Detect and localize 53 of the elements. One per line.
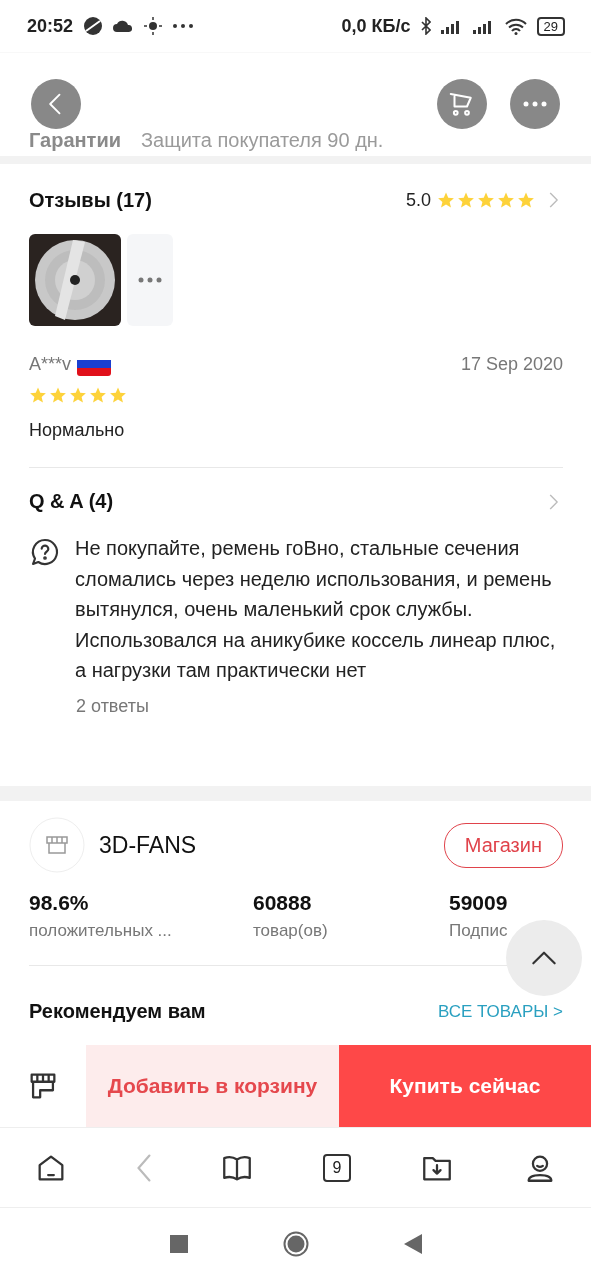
add-to-cart-button[interactable]: Добавить в корзину — [86, 1045, 339, 1127]
review-text: Нормально — [29, 420, 126, 441]
review-date: 17 Sep 2020 — [460, 353, 563, 375]
star-icon — [29, 386, 47, 404]
guarantee-value: Защита покупателя 90 дн. — [141, 129, 384, 152]
store-button[interactable]: Магазин — [443, 822, 563, 868]
stat-label: положительных ... — [29, 921, 173, 941]
bluetooth-icon — [420, 17, 431, 35]
battery-indicator: 29 — [536, 16, 565, 36]
rating-value: 5.0 — [405, 189, 431, 211]
cloud-icon — [113, 20, 134, 32]
back-button[interactable] — [31, 79, 81, 129]
star-icon — [49, 386, 67, 404]
wifi-icon — [504, 17, 527, 35]
store-name: 3D-FANS — [99, 831, 197, 859]
clock-time: 20:52 — [27, 15, 74, 37]
more-icon — [173, 24, 194, 28]
more-button[interactable] — [510, 79, 560, 129]
stat-value: 98.6% — [29, 891, 90, 915]
star-icon — [109, 386, 127, 404]
star-icon — [517, 191, 535, 209]
chevron-left-icon — [137, 1153, 152, 1182]
star-icon — [89, 386, 107, 404]
buy-now-button[interactable]: Купить сейчас — [338, 1045, 591, 1127]
back-button[interactable] — [403, 1234, 422, 1254]
more-icon — [138, 277, 162, 283]
star-icon — [69, 386, 87, 404]
stat-label: товар(ов) — [253, 921, 329, 941]
more-icon — [523, 101, 547, 107]
reviews-title: Отзывы (17) — [29, 188, 152, 212]
recents-button[interactable] — [169, 1235, 188, 1253]
star-icon — [437, 191, 455, 209]
answers-link[interactable]: 2 ответы — [76, 695, 563, 717]
location-icon — [143, 16, 164, 36]
recommend-title: Рекомендуем вам — [29, 1000, 206, 1023]
all-products-link[interactable]: ВСЕ ТОВАРЫ > — [437, 1001, 563, 1022]
cart-button[interactable] — [437, 79, 487, 129]
question-text: Не покупайте, ремень гоВно, стальные сечения сломались через неделю использования, и ремень вытянулся, очень маленький срок службы. Использовался на аникубике коссель линеар плюс, а нагрузки там практически нет — [75, 536, 557, 683]
star-icon — [477, 191, 495, 209]
stat-value: 59009 — [449, 891, 509, 915]
guarantee-label: Гарантии — [29, 129, 121, 152]
network-speed: 0,0 КБ/с — [341, 15, 411, 37]
tabs-button[interactable]: 9 — [322, 1153, 351, 1182]
planet-icon — [83, 16, 104, 36]
star-icon — [457, 191, 475, 209]
question-icon — [29, 536, 61, 568]
stat-label: Подпис — [449, 921, 509, 941]
home-button[interactable] — [282, 1231, 309, 1257]
store-icon — [29, 817, 85, 873]
stat-value: 60888 — [253, 891, 313, 915]
reviewer-name: A***v — [29, 353, 72, 375]
qa-title: Q & A (4) — [29, 490, 114, 513]
star-icon — [497, 191, 515, 209]
